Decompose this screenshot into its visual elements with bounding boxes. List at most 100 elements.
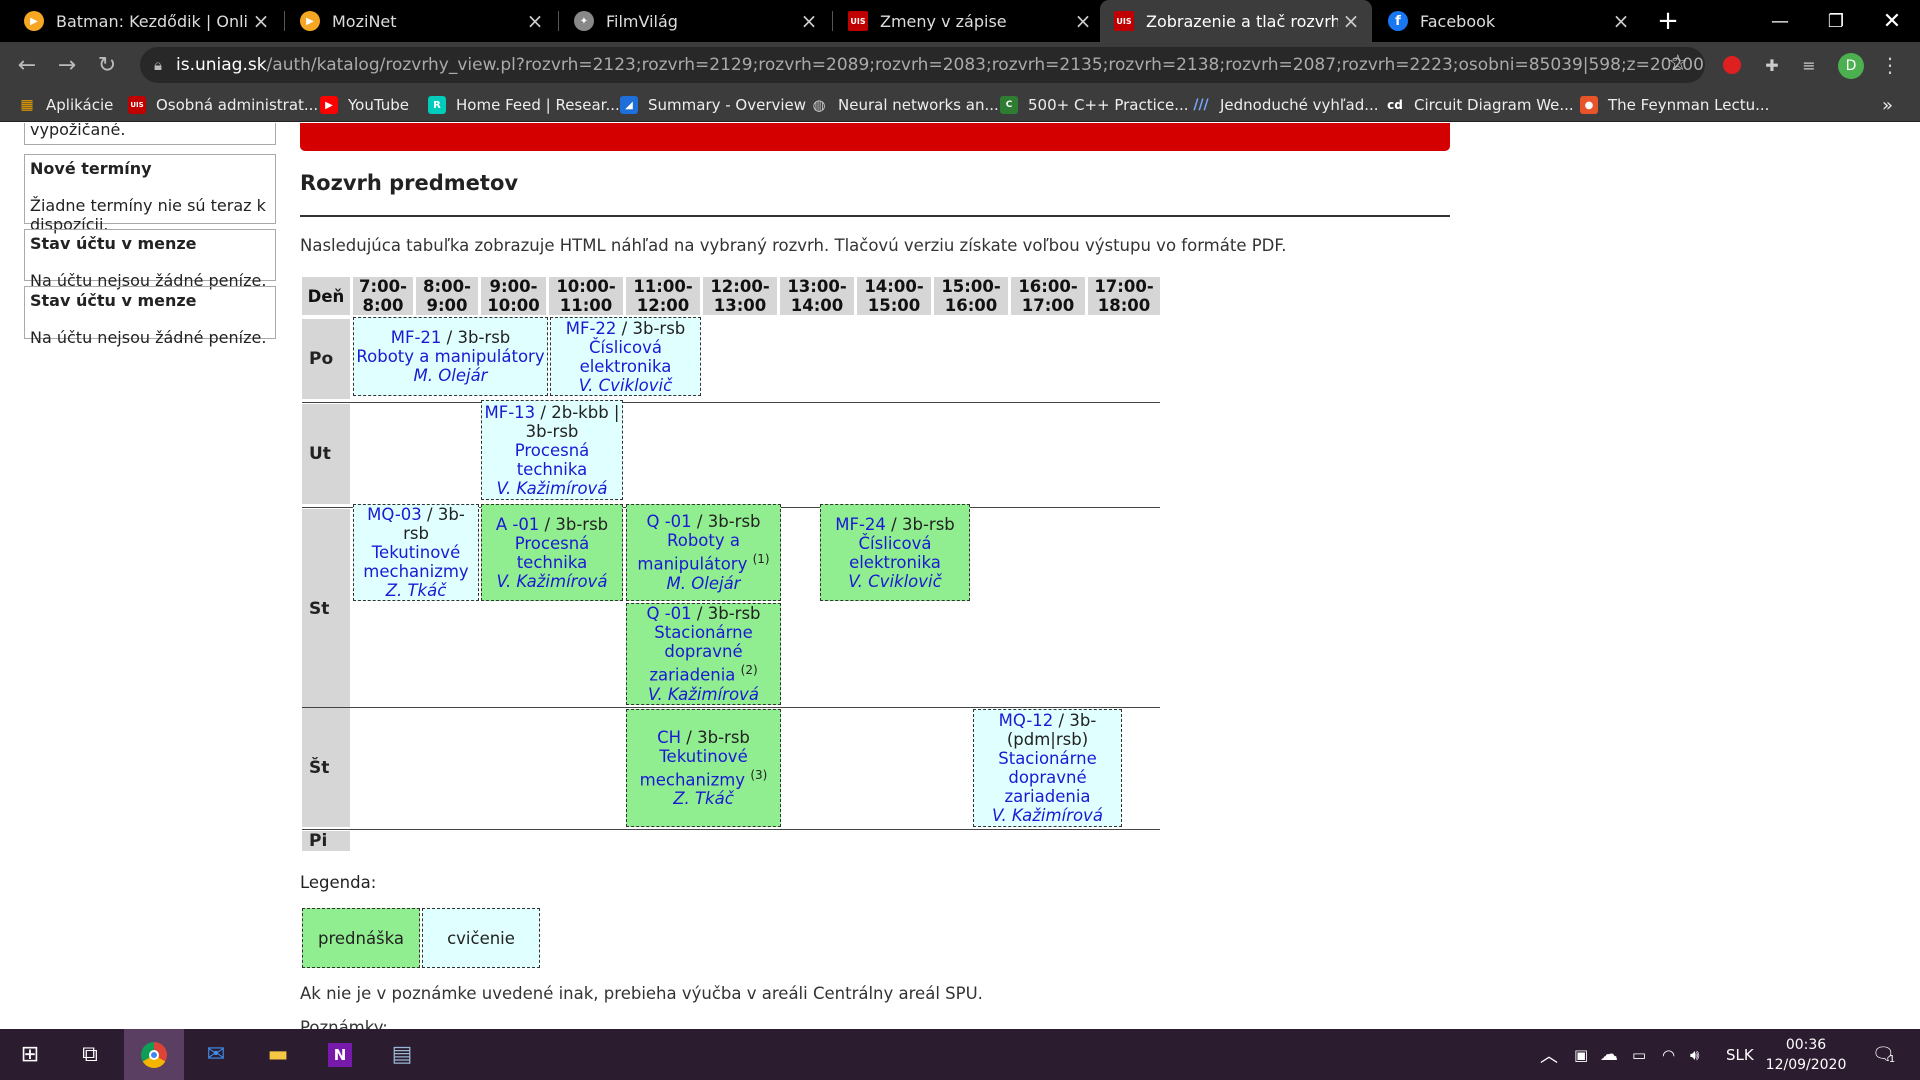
bookmark-star-icon[interactable]: ☆ (1668, 51, 1688, 76)
cd-icon: cd (1387, 98, 1403, 112)
chrome-icon[interactable] (124, 1029, 184, 1080)
sidebar-box-loans: vypožičané. (24, 123, 276, 145)
apps-grid-icon: ▦ (20, 97, 34, 113)
bookmark-circuit[interactable]: cd Circuit Diagram We... (1386, 88, 1574, 122)
time-header: 11:00- 12:00 (626, 277, 700, 315)
time-header: 15:00- 16:00 (934, 277, 1008, 315)
notes-heading: Poznámky: (300, 1018, 388, 1029)
schedule-entry[interactable]: MQ-12 / 3b-(pdm|rsb) Stacionárne dopravn… (973, 709, 1122, 827)
uis-icon: UIS (848, 11, 868, 31)
play-icon: ▶ (300, 11, 320, 31)
bookmark-researchgate[interactable]: R Home Feed | Resear... (428, 88, 620, 122)
close-icon[interactable]: × (1608, 9, 1634, 33)
close-icon[interactable]: × (248, 9, 274, 33)
day-header: Deň (302, 277, 350, 315)
close-icon[interactable]: × (1338, 9, 1364, 33)
battery-icon[interactable]: ▭ (1632, 1029, 1646, 1080)
new-tab-button[interactable]: + (1640, 0, 1696, 42)
bookmark-apps[interactable]: ▦ Aplikácie (18, 88, 113, 122)
show-hidden-icons-icon[interactable]: ︿ (1540, 1029, 1558, 1080)
tab-title: Batman: Kezdődik | Online-fi (56, 11, 248, 31)
schedule-entry[interactable]: Q -01 / 3b-rsb Roboty a manipulátory (1)… (626, 504, 781, 601)
schedule-entry[interactable]: MF-22 / 3b-rsb Číslicová elektronika V. … (550, 317, 701, 396)
sidebar-title: Stav účtu v menze (30, 234, 197, 253)
close-window-icon[interactable]: ✕ (1864, 0, 1920, 42)
url-host: is.uniag.sk (175, 55, 267, 75)
schedule-entry[interactable]: CH / 3b-rsb Tekutinové mechanizmy (3) Z.… (626, 709, 781, 827)
feynman-icon: ● (1580, 96, 1598, 114)
notifications-icon[interactable]: 🗨︎ 1 (1872, 1029, 1895, 1080)
volume-icon[interactable]: 🔊︎ (1690, 1029, 1699, 1080)
clock[interactable]: 00:36 12/09/2020 (1766, 1029, 1847, 1080)
bookmark-jednoduche[interactable]: /// Jednoduché vyhľad... (1192, 88, 1378, 122)
bookmark-summary[interactable]: ◢ Summary - Overview (620, 88, 806, 122)
extensions-puzzle-icon[interactable]: ✚ (1760, 53, 1784, 77)
mail-icon[interactable]: ✉ (186, 1029, 246, 1080)
reload-icon[interactable]: ↻ (92, 50, 122, 80)
tab-batman[interactable]: ▶ Batman: Kezdődik | Online-fi × (10, 0, 282, 42)
profile-avatar[interactable]: D (1838, 53, 1864, 79)
bookmark-neural[interactable]: ◍ Neural networks an... (810, 88, 998, 122)
schedule-entry[interactable]: MF-21 / 3b-rsb Roboty a manipulátory M. … (353, 317, 548, 396)
time-header: 8:00- 9:00 (416, 277, 478, 315)
time-header: 10:00- 11:00 (549, 277, 623, 315)
schedule-entry[interactable]: MF-24 / 3b-rsb Číslicová elektronika V. … (820, 504, 970, 601)
bookmark-label: Home Feed | Resear... (456, 96, 620, 114)
time-header: 17:00- 18:00 (1088, 277, 1160, 315)
bookmark-youtube[interactable]: ▶ YouTube (320, 88, 409, 122)
bookmark-cpp[interactable]: C 500+ C++ Practice... (1000, 88, 1189, 122)
schedule-entry[interactable]: A -01 / 3b-rsb Procesná technika V. Kaži… (481, 504, 623, 601)
windows-start-icon[interactable]: ⊞ (0, 1029, 60, 1080)
schedule-entry[interactable]: MF-13 / 2b-kbb | 3b-rsb Procesná technik… (481, 400, 623, 500)
extension-red-icon[interactable] (1720, 53, 1744, 77)
wifi-icon[interactable]: ◠ (1662, 1029, 1675, 1080)
divider (300, 215, 1450, 217)
media-control-icon[interactable]: ≡ (1797, 53, 1821, 77)
restore-icon[interactable]: ❐ (1808, 0, 1864, 42)
time-header: 9:00- 10:00 (481, 277, 546, 315)
schedule-entry[interactable]: Q -01 / 3b-rsb Stacionárne dopravné zari… (626, 603, 781, 705)
bookmarks-bar: ▦ Aplikácie UIS Osobná administrat... ▶ … (0, 88, 1920, 122)
address-bar[interactable]: 🔒︎ is.uniag.sk/auth/katalog/rozvrhy_view… (140, 47, 1705, 83)
tab-mozinet[interactable]: ▶ MoziNet × (286, 0, 556, 42)
day-cell: Ut (302, 404, 350, 504)
tab-filmvilag[interactable]: ✦ FilmVilág × (560, 0, 830, 42)
task-view-icon[interactable]: ⧉ (60, 1029, 120, 1080)
bookmark-osobna[interactable]: UIS Osobná administrat... (128, 88, 318, 122)
onedrive-icon[interactable]: ☁ (1600, 1029, 1618, 1080)
bookmark-label: Circuit Diagram We... (1414, 96, 1574, 114)
language-indicator[interactable]: SLK (1726, 1029, 1754, 1080)
bookmark-label: YouTube (348, 96, 409, 114)
uis-icon: UIS (128, 96, 146, 114)
bookmark-label: Aplikácie (46, 96, 114, 114)
tab-zmeny[interactable]: UIS Zmeny v zápise × (834, 0, 1104, 42)
tab-zobrazenie[interactable]: UIS Zobrazenie a tlač rozvrhov × (1100, 0, 1372, 42)
more-bookmarks-icon[interactable]: » (1882, 88, 1893, 122)
time-header: 7:00- 8:00 (353, 277, 413, 315)
minimize-icon[interactable]: — (1752, 0, 1808, 42)
bookmark-label: Summary - Overview (648, 96, 807, 114)
legend-lecture: prednáška (302, 908, 420, 968)
tab-facebook[interactable]: f Facebook × (1374, 0, 1642, 42)
page-content: vypožičané. Nové termíny Žiadne termíny … (0, 123, 1920, 1029)
slash-icon: /// (1193, 97, 1209, 113)
time-header: 14:00- 15:00 (857, 277, 931, 315)
menu-icon[interactable]: ⋮ (1878, 53, 1902, 77)
cpp-icon: C (1000, 96, 1018, 114)
bookmark-feynman[interactable]: ● The Feynman Lectu... (1580, 88, 1769, 122)
app-icon[interactable]: ▤ (372, 1029, 432, 1080)
forward-icon[interactable]: → (52, 50, 82, 80)
onenote-icon[interactable]: N (310, 1029, 370, 1080)
close-icon[interactable]: × (796, 9, 822, 33)
file-explorer-icon[interactable]: ▬ (248, 1029, 308, 1080)
legend-title: Legenda: (300, 873, 377, 892)
close-icon[interactable]: × (1070, 9, 1096, 33)
back-icon[interactable]: ← (12, 50, 42, 80)
close-icon[interactable]: × (522, 9, 548, 33)
page-title: Rozvrh predmetov (300, 171, 519, 195)
schedule-entry[interactable]: MQ-03 / 3b-rsb Tekutinové mechanizmy Z. … (353, 504, 479, 601)
sidebar-title: Stav účtu v menze (30, 291, 197, 310)
bookmark-label: Osobná administrat... (156, 96, 319, 114)
device-icon[interactable]: ▣ (1574, 1029, 1588, 1080)
sidebar-text: Na účtu nejsou žádné peníze. (30, 328, 267, 347)
